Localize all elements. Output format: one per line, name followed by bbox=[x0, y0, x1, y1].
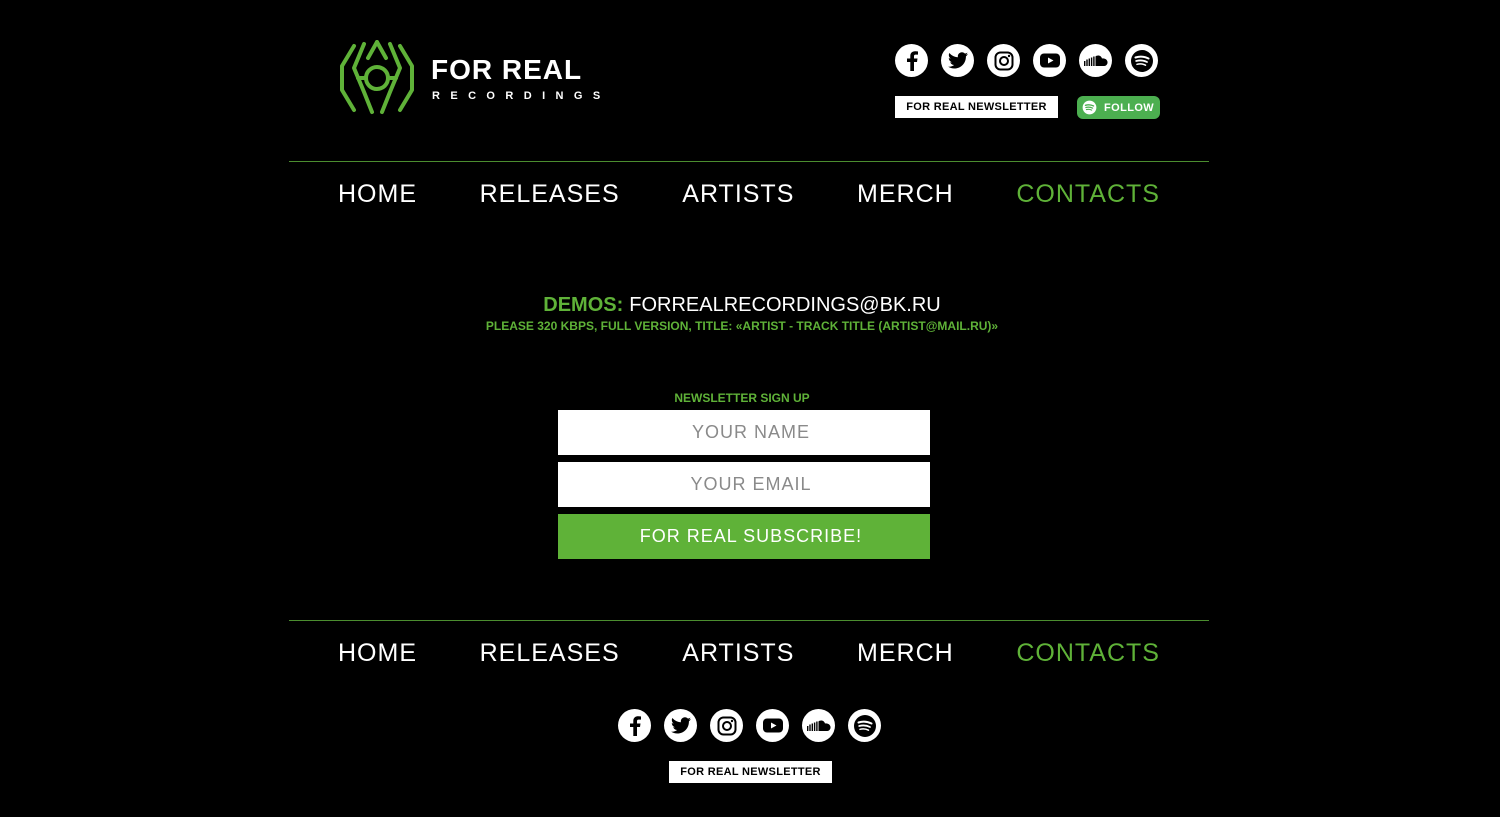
nav-item-home[interactable]: HOME bbox=[338, 178, 417, 210]
brand-title: FOR REAL bbox=[431, 54, 583, 85]
nav-item-merch[interactable]: MERCH bbox=[857, 178, 954, 210]
soundcloud-icon[interactable] bbox=[1079, 44, 1112, 77]
youtube-icon[interactable] bbox=[756, 709, 789, 742]
demos-label: DEMOS: bbox=[543, 294, 624, 316]
email-input[interactable] bbox=[558, 462, 930, 507]
spotify-follow-button[interactable]: FOLLOW bbox=[1077, 96, 1160, 119]
spotify-icon[interactable] bbox=[848, 709, 881, 742]
instagram-icon[interactable] bbox=[710, 709, 743, 742]
demos-line: DEMOS: FORREALRECORDINGS@BK.RU bbox=[0, 294, 1484, 317]
follow-label: FOLLOW bbox=[1104, 101, 1155, 114]
footer-nav: HOME RELEASES ARTISTS MERCH CONTACTS bbox=[338, 637, 1160, 669]
spotify-icon[interactable] bbox=[1125, 44, 1158, 77]
header-social-links bbox=[895, 44, 1158, 77]
nav-item-contacts[interactable]: CONTACTS bbox=[1016, 178, 1160, 210]
demos-email-link[interactable]: FORREALRECORDINGS@BK.RU bbox=[629, 294, 940, 316]
nav-item-releases[interactable]: RELEASES bbox=[480, 178, 620, 210]
twitter-icon[interactable] bbox=[664, 709, 697, 742]
subscribe-button[interactable]: FOR REAL SUBSCRIBE! bbox=[558, 514, 930, 559]
brand-subtitle: RECORDINGS bbox=[432, 90, 611, 102]
youtube-icon[interactable] bbox=[1033, 44, 1066, 77]
demos-note: PLEASE 320 KBPS, FULL VERSION, TITLE: «A… bbox=[485, 319, 999, 333]
spotify-icon bbox=[1082, 100, 1097, 115]
footer-newsletter-button[interactable]: FOR REAL NEWSLETTER bbox=[669, 761, 832, 783]
name-input[interactable] bbox=[558, 410, 930, 455]
facebook-icon[interactable] bbox=[895, 44, 928, 77]
footer-nav-item-artists[interactable]: ARTISTS bbox=[682, 637, 794, 669]
main-nav: HOME RELEASES ARTISTS MERCH CONTACTS bbox=[338, 178, 1160, 210]
footer-nav-item-contacts[interactable]: CONTACTS bbox=[1016, 637, 1160, 669]
footer-nav-item-releases[interactable]: RELEASES bbox=[480, 637, 620, 669]
footer-nav-item-merch[interactable]: MERCH bbox=[857, 637, 954, 669]
twitter-icon[interactable] bbox=[941, 44, 974, 77]
divider bbox=[289, 161, 1209, 162]
footer-social-links bbox=[618, 709, 881, 742]
brand-logo[interactable]: FOR REAL RECORDINGS bbox=[338, 40, 600, 116]
facebook-icon[interactable] bbox=[618, 709, 651, 742]
newsletter-signup-title: NEWSLETTER SIGN UP bbox=[674, 391, 810, 405]
instagram-icon[interactable] bbox=[987, 44, 1020, 77]
soundcloud-icon[interactable] bbox=[802, 709, 835, 742]
footer-nav-item-home[interactable]: HOME bbox=[338, 637, 417, 669]
nav-item-artists[interactable]: ARTISTS bbox=[682, 178, 794, 210]
divider bbox=[289, 620, 1209, 621]
header-newsletter-button[interactable]: FOR REAL NEWSLETTER bbox=[895, 96, 1058, 118]
logo-mark-icon bbox=[340, 40, 414, 114]
